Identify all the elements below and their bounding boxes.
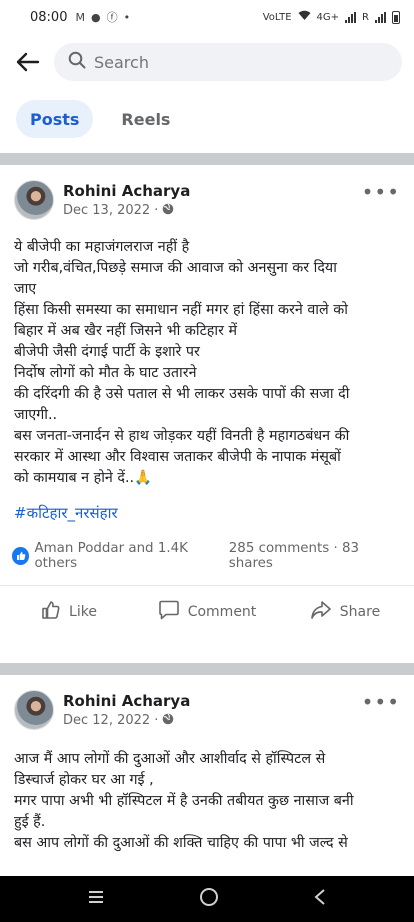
filter-tabs: Posts Reels (16, 100, 184, 138)
comment-label: Comment (187, 603, 257, 620)
notification-icons: M ● ⓕ • (75, 9, 130, 25)
tab-posts[interactable]: Posts (16, 100, 94, 138)
volte-icon: VoLTE (262, 11, 292, 23)
search-icon (68, 51, 86, 73)
post-body: ये बीजेपी का महाजंगलराज नहीं है जो गरीब,… (0, 237, 414, 489)
post-author[interactable]: Rohini Acharya (63, 182, 190, 200)
roaming-label: R (362, 11, 369, 23)
post-body: आज मैं आप लोगों की दुआओं और आशीर्वाद से … (0, 749, 414, 854)
post-line: जाएगी.. (14, 407, 58, 423)
like-reaction-icon (12, 547, 30, 565)
comment-icon (158, 600, 180, 624)
back-arrow-icon[interactable] (14, 48, 42, 76)
post-line: बस जनता-जनार्दन से हाथ जोड़कर यहीं विनती… (14, 428, 350, 444)
avatar[interactable] (14, 180, 54, 220)
section-divider (0, 663, 414, 675)
globe-icon (162, 203, 174, 219)
post-line: बस आप लोगों की दुआओं की शक्ति चाहिए की प… (14, 835, 348, 851)
post-line: डिस्चार्ज होकर घर आ गई , (14, 772, 154, 788)
post-line: जो गरीब,वंचित,पिछड़े समाज की आवाज को अनस… (14, 260, 337, 276)
recent-apps-icon[interactable] (87, 889, 105, 909)
wifi-icon (298, 10, 311, 24)
home-icon[interactable] (199, 887, 219, 911)
dot-icon: ● (90, 10, 101, 24)
post-card: Rohini Acharya Dec 13, 2022 · ••• ये बीज… (0, 165, 414, 637)
globe-icon (162, 713, 174, 729)
search-bar[interactable] (54, 43, 402, 81)
post-card: Rohini Acharya Dec 12, 2022 · ••• आज मैं… (0, 675, 414, 854)
avatar[interactable] (14, 690, 54, 730)
reactions-count[interactable]: Aman Poddar and 1.4K others (34, 541, 228, 571)
post-author[interactable]: Rohini Acharya (63, 692, 190, 710)
thumbs-up-icon (41, 600, 61, 624)
network-label: 4G+ (316, 11, 340, 23)
search-input[interactable] (94, 52, 388, 72)
post-line: बिहार में अब खैर नहीं जिसने भी कटिहार मे… (14, 323, 238, 339)
post-date[interactable]: Dec 12, 2022 · (63, 713, 158, 728)
comments-shares-count[interactable]: 285 comments · 83 shares (229, 541, 402, 571)
signal-icon (345, 11, 357, 23)
status-bar: 08:00 M ● ⓕ • VoLTE 4G+ R (0, 0, 414, 34)
post-line: जाए (14, 281, 37, 297)
post-line: सरकार में आस्था और विश्वास जताकर बीजेपी … (14, 449, 341, 465)
post-line: हुई हैं. (14, 814, 46, 830)
like-label: Like (69, 603, 97, 620)
post-actions: Like Comment Share (0, 585, 414, 637)
comment-button[interactable]: Comment (138, 600, 276, 624)
signal-icon-2 (375, 11, 386, 23)
post-line: निर्दोष लोगों को मौत के घाट उतारने (14, 365, 197, 381)
like-button[interactable]: Like (0, 600, 138, 624)
post-line: को कामयाब न होने दें..🙏 (14, 470, 152, 486)
post-line: ये बीजेपी का महाजंगलराज नहीं है (14, 239, 190, 255)
share-icon (310, 600, 332, 624)
more-options-icon[interactable]: ••• (362, 180, 400, 204)
hashtag-link[interactable]: #कटिहार_नरसंहार (0, 503, 414, 523)
post-line: आज मैं आप लोगों की दुआओं और आशीर्वाद से … (14, 751, 326, 767)
battery-icon (392, 10, 400, 24)
post-line: मगर पापा अभी भी हॉस्पिटल में है उनकी तबी… (14, 793, 354, 809)
back-nav-icon[interactable] (313, 888, 327, 910)
status-time: 08:00 (30, 9, 68, 25)
share-label: Share (339, 603, 381, 620)
more-options-icon[interactable]: ••• (362, 690, 400, 714)
post-line: बीजेपी जैसी दंगाई पार्टी के इशारे पर (14, 344, 200, 360)
tab-reels[interactable]: Reels (107, 100, 184, 138)
post-date[interactable]: Dec 13, 2022 · (63, 203, 158, 218)
post-line: हिंसा किसी समस्या का समाधान नहीं मगर हां… (14, 302, 348, 318)
facebook-icon: ⓕ (106, 11, 118, 24)
post-line: की दरिंदगी की है उसे पताल से भी लाकर उसक… (14, 386, 350, 402)
reactions-row: Aman Poddar and 1.4K others 285 comments… (0, 541, 414, 571)
search-header (0, 40, 414, 84)
section-divider (0, 153, 414, 165)
share-button[interactable]: Share (276, 600, 414, 624)
gmail-icon: M (75, 10, 85, 24)
dot-small-icon: • (123, 10, 131, 24)
system-nav-bar (0, 876, 414, 922)
